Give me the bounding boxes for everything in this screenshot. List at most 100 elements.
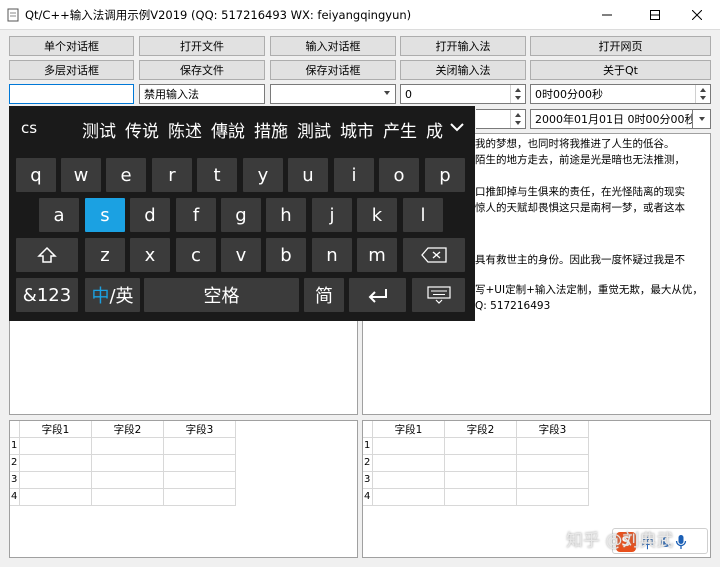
table-cell[interactable] bbox=[92, 438, 164, 455]
candidate-word[interactable]: 措施 bbox=[254, 117, 288, 142]
column-header[interactable]: 字段1 bbox=[20, 421, 92, 438]
combo-box[interactable] bbox=[270, 84, 396, 104]
column-header[interactable]: 字段3 bbox=[517, 421, 589, 438]
spin-arrows-icon[interactable] bbox=[510, 85, 525, 103]
maximize-button[interactable] bbox=[632, 0, 678, 30]
key-j[interactable]: j bbox=[312, 198, 352, 232]
row-header[interactable]: 1 bbox=[10, 438, 20, 455]
key-v[interactable]: v bbox=[221, 238, 261, 272]
table-cell[interactable] bbox=[445, 438, 517, 455]
key-q[interactable]: q bbox=[16, 158, 56, 192]
time-edit[interactable]: 0时00分00秒 bbox=[530, 84, 711, 104]
open-ime-button[interactable]: 打开输入法 bbox=[400, 36, 526, 56]
table-cell[interactable] bbox=[20, 489, 92, 506]
shift-key[interactable] bbox=[16, 238, 78, 272]
table-cell[interactable] bbox=[373, 455, 445, 472]
key-y[interactable]: y bbox=[243, 158, 283, 192]
input-dialog-button[interactable]: 输入对话框 bbox=[270, 36, 396, 56]
simplified-key[interactable]: 简 bbox=[304, 278, 344, 312]
candidate-word[interactable]: 成 bbox=[426, 117, 443, 142]
save-dialog-button[interactable]: 保存对话框 bbox=[270, 60, 396, 80]
numbers-key[interactable]: &123 bbox=[16, 278, 78, 312]
table-cell[interactable] bbox=[373, 438, 445, 455]
table-cell[interactable] bbox=[445, 472, 517, 489]
key-a[interactable]: a bbox=[39, 198, 79, 232]
table-cell[interactable] bbox=[92, 455, 164, 472]
enter-key[interactable] bbox=[349, 278, 406, 312]
table-cell[interactable] bbox=[20, 455, 92, 472]
key-u[interactable]: u bbox=[288, 158, 328, 192]
chevron-down-icon[interactable] bbox=[449, 121, 465, 133]
single-dialog-button[interactable]: 单个对话框 bbox=[9, 36, 134, 56]
candidate-word[interactable]: 測試 bbox=[297, 117, 331, 142]
spin-arrows-icon[interactable] bbox=[695, 85, 710, 103]
key-e[interactable]: e bbox=[106, 158, 146, 192]
key-g[interactable]: g bbox=[221, 198, 261, 232]
row-header[interactable]: 4 bbox=[10, 489, 20, 506]
row-header[interactable]: 2 bbox=[363, 455, 373, 472]
table-cell[interactable] bbox=[445, 489, 517, 506]
row-header[interactable]: 3 bbox=[363, 472, 373, 489]
row-header[interactable]: 1 bbox=[363, 438, 373, 455]
key-f[interactable]: f bbox=[176, 198, 216, 232]
column-header[interactable]: 字段1 bbox=[373, 421, 445, 438]
table-cell[interactable] bbox=[92, 472, 164, 489]
key-o[interactable]: o bbox=[379, 158, 419, 192]
table-cell[interactable] bbox=[92, 489, 164, 506]
space-key[interactable]: 空格 bbox=[144, 278, 299, 312]
table-cell[interactable] bbox=[164, 489, 236, 506]
table-cell[interactable] bbox=[164, 438, 236, 455]
backspace-key[interactable] bbox=[403, 238, 465, 272]
table-cell[interactable] bbox=[20, 438, 92, 455]
key-k[interactable]: k bbox=[357, 198, 397, 232]
key-x[interactable]: x bbox=[130, 238, 170, 272]
table-left[interactable]: 字段1 字段2 字段3 1 2 3 4 bbox=[9, 420, 358, 558]
candidate-word[interactable]: 产生 bbox=[383, 117, 417, 142]
open-webpage-button[interactable]: 打开网页 bbox=[530, 36, 711, 56]
disabled-ime-input[interactable]: 禁用输入法 bbox=[139, 84, 265, 104]
text-input[interactable] bbox=[9, 84, 134, 104]
column-header[interactable]: 字段2 bbox=[445, 421, 517, 438]
spin-box-2[interactable] bbox=[476, 109, 526, 129]
row-header[interactable]: 4 bbox=[363, 489, 373, 506]
candidate-word[interactable]: 傳說 bbox=[211, 117, 245, 142]
datetime-edit[interactable]: 2000年01月01日 0时00分00秒 bbox=[530, 109, 693, 129]
key-r[interactable]: r bbox=[152, 158, 192, 192]
row-header[interactable]: 3 bbox=[10, 472, 20, 489]
key-i[interactable]: i bbox=[334, 158, 374, 192]
spin-arrows-icon[interactable] bbox=[510, 110, 525, 128]
close-button[interactable] bbox=[674, 0, 720, 30]
candidate-word[interactable]: 传说 bbox=[125, 117, 159, 142]
key-t[interactable]: t bbox=[197, 158, 237, 192]
multi-dialog-button[interactable]: 多层对话框 bbox=[9, 60, 134, 80]
key-s[interactable]: s bbox=[85, 198, 125, 232]
key-d[interactable]: d bbox=[130, 198, 170, 232]
key-b[interactable]: b bbox=[266, 238, 306, 272]
hide-keyboard-key[interactable] bbox=[412, 278, 465, 312]
save-file-button[interactable]: 保存文件 bbox=[139, 60, 265, 80]
key-n[interactable]: n bbox=[312, 238, 352, 272]
table-cell[interactable] bbox=[517, 455, 589, 472]
close-ime-button[interactable]: 关闭输入法 bbox=[400, 60, 526, 80]
table-cell[interactable] bbox=[517, 472, 589, 489]
datetime-dropdown-button[interactable] bbox=[693, 109, 711, 129]
key-h[interactable]: h bbox=[266, 198, 306, 232]
table-cell[interactable] bbox=[164, 455, 236, 472]
table-cell[interactable] bbox=[164, 472, 236, 489]
column-header[interactable]: 字段3 bbox=[164, 421, 236, 438]
about-qt-button[interactable]: 关于Qt bbox=[530, 60, 711, 80]
key-m[interactable]: m bbox=[357, 238, 397, 272]
table-cell[interactable] bbox=[517, 438, 589, 455]
candidate-word[interactable]: 陈述 bbox=[168, 117, 202, 142]
table-cell[interactable] bbox=[20, 472, 92, 489]
key-w[interactable]: w bbox=[61, 158, 101, 192]
table-cell[interactable] bbox=[517, 489, 589, 506]
key-p[interactable]: p bbox=[425, 158, 465, 192]
table-cell[interactable] bbox=[373, 489, 445, 506]
language-toggle-key[interactable]: 中/英 bbox=[85, 278, 140, 312]
key-c[interactable]: c bbox=[176, 238, 216, 272]
table-cell[interactable] bbox=[445, 455, 517, 472]
row-header[interactable]: 2 bbox=[10, 455, 20, 472]
spin-box[interactable]: 0 bbox=[400, 84, 526, 104]
table-cell[interactable] bbox=[373, 472, 445, 489]
